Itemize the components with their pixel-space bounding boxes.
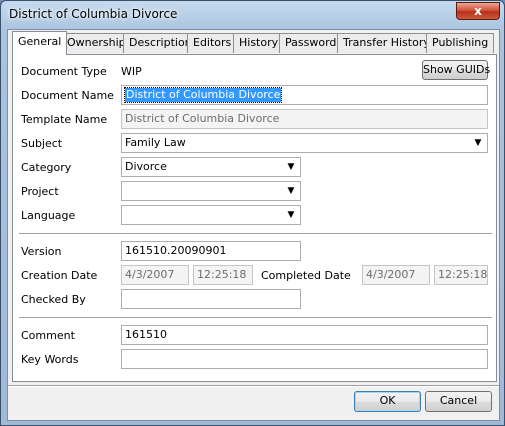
key-words-label: Key Words — [21, 353, 79, 366]
document-name-label: Document Name — [21, 89, 114, 102]
window-title: District of Columbia Divorce — [9, 7, 178, 21]
tab-transfer-history[interactable]: Transfer History — [337, 33, 436, 53]
footer-divider — [8, 385, 499, 387]
section-divider — [19, 233, 492, 235]
tab-password[interactable]: Password — [279, 33, 343, 53]
document-name-text: District of Columbia Divorce — [123, 87, 283, 103]
chevron-down-icon[interactable]: ▼ — [283, 207, 299, 223]
close-icon: x — [474, 4, 482, 18]
show-guids-button[interactable]: Show GUIDs — [422, 60, 490, 80]
ok-button[interactable]: OK — [354, 391, 421, 412]
completed-time-input: 12:25:18 — [434, 265, 488, 285]
category-combobox[interactable]: Divorce ▼ — [121, 157, 301, 177]
tab-label: Editors — [193, 36, 232, 49]
version-label: Version — [21, 245, 62, 258]
title-bar[interactable]: District of Columbia Divorce x — [1, 1, 504, 29]
chevron-down-icon[interactable]: ▼ — [283, 159, 299, 175]
chevron-down-icon[interactable]: ▼ — [470, 135, 486, 151]
checked-by-label: Checked By — [21, 293, 86, 306]
tab-label: Ownership — [67, 36, 126, 49]
subject-value: Family Law — [125, 136, 186, 149]
tab-publishing[interactable]: Publishing — [426, 33, 495, 53]
project-combobox[interactable]: ▼ — [121, 181, 301, 201]
subject-label: Subject — [21, 137, 63, 150]
comment-label: Comment — [21, 329, 75, 342]
checked-by-input[interactable] — [121, 289, 301, 309]
language-label: Language — [21, 209, 76, 222]
tab-label: Transfer History — [343, 36, 430, 49]
document-type-label: Document Type — [21, 65, 107, 78]
cancel-button[interactable]: Cancel — [425, 391, 492, 412]
general-tab-panel: Document Type WIP Show GUIDs Document Na… — [12, 54, 497, 382]
tab-label: Publishing — [432, 36, 489, 49]
version-input[interactable]: 161510.20090901 — [121, 241, 301, 261]
category-label: Category — [21, 161, 72, 174]
project-label: Project — [21, 185, 59, 198]
tab-general[interactable]: General — [12, 31, 68, 55]
tab-label: History — [239, 36, 279, 49]
tab-label: Description — [129, 36, 192, 49]
completed-date-input: 4/3/2007 — [362, 265, 430, 285]
document-name-input[interactable]: District of Columbia Divorce — [121, 85, 488, 105]
creation-date-label: Creation Date — [21, 269, 98, 282]
language-combobox[interactable]: ▼ — [121, 205, 301, 225]
dialog-window: District of Columbia Divorce x General O… — [0, 0, 505, 426]
chevron-down-icon[interactable]: ▼ — [283, 183, 299, 199]
tab-label: Password — [285, 36, 337, 49]
document-type-value: WIP — [121, 65, 142, 78]
completed-date-label: Completed Date — [261, 269, 351, 282]
creation-time-input: 12:25:18 — [193, 265, 253, 285]
dialog-client-area: General Ownership Description Editors Hi… — [7, 29, 500, 421]
tab-editors[interactable]: Editors — [187, 33, 238, 53]
subject-combobox[interactable]: Family Law ▼ — [121, 133, 488, 153]
category-value: Divorce — [125, 160, 167, 173]
tab-history[interactable]: History — [233, 33, 285, 53]
creation-date-input: 4/3/2007 — [121, 265, 189, 285]
close-button[interactable]: x — [456, 2, 500, 20]
section-divider — [19, 317, 492, 319]
comment-input[interactable]: 161510 — [121, 325, 488, 345]
template-name-input: District of Columbia Divorce — [121, 109, 488, 129]
template-name-label: Template Name — [21, 113, 108, 126]
tab-ownership[interactable]: Ownership — [61, 33, 132, 53]
key-words-input[interactable] — [121, 349, 488, 369]
tab-label: General — [18, 35, 62, 48]
